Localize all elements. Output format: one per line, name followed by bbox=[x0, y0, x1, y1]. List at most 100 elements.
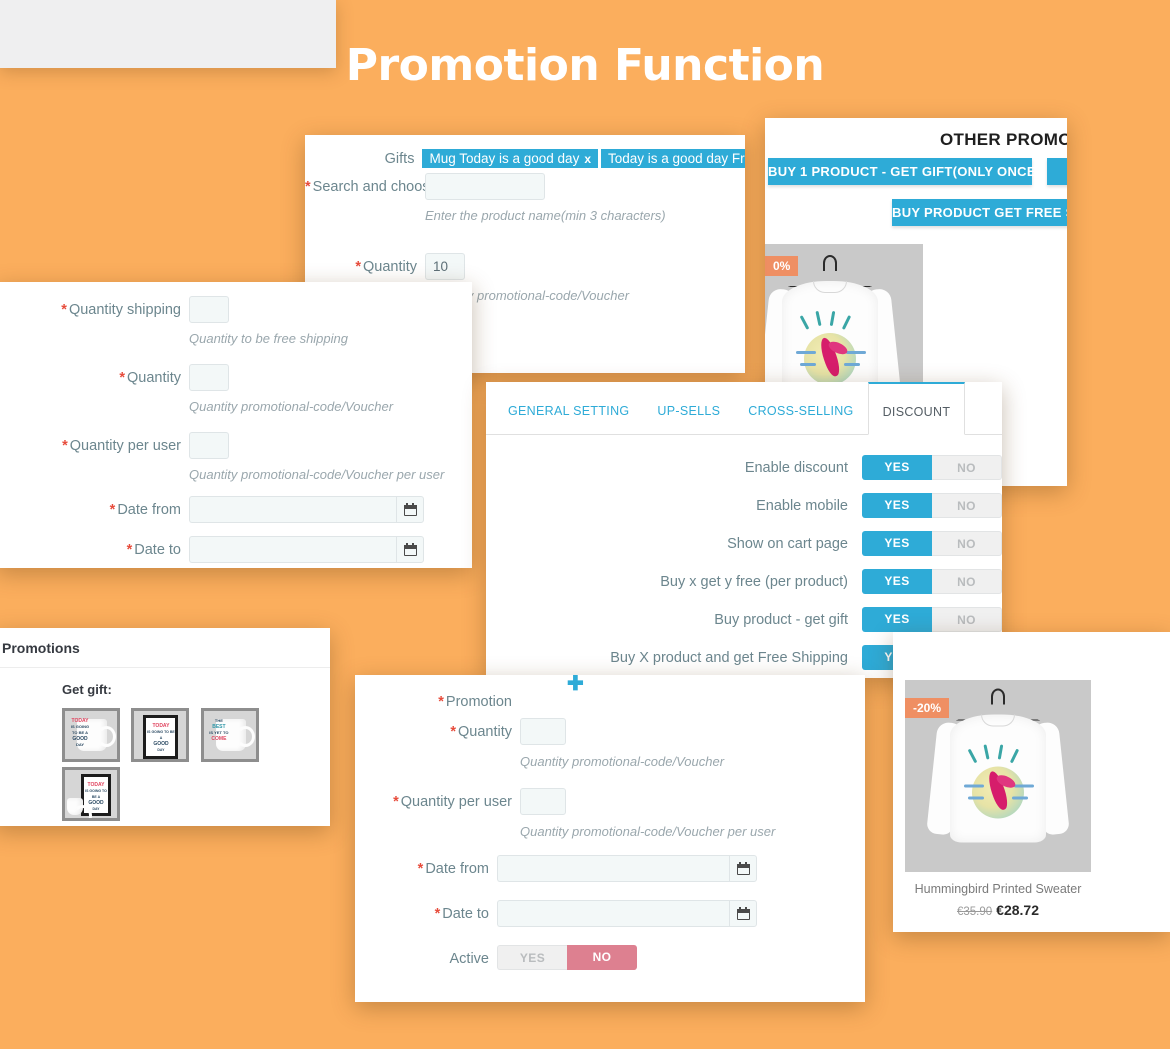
required-asterisk: * bbox=[355, 259, 361, 275]
product-image[interactable]: -20% bbox=[905, 680, 1091, 872]
gift-thumbnail-list: TODAY IS GOING TO BE A GOOD DAY TODAY IS… bbox=[62, 708, 330, 826]
toggle-no[interactable]: NO bbox=[932, 569, 1002, 594]
toggle-yes[interactable]: YES bbox=[862, 493, 932, 518]
toggle-enable-discount[interactable]: YES NO bbox=[862, 455, 1002, 480]
tab-up-sells[interactable]: UP-SELLS bbox=[643, 382, 734, 434]
gift-thumbnail-mug-1[interactable]: TODAY IS GOING TO BE A GOOD DAY bbox=[62, 708, 120, 762]
gifts-quantity-label: * Quantity bbox=[305, 253, 417, 275]
date-from-label-text: Date from bbox=[117, 502, 181, 518]
quantity-input[interactable] bbox=[189, 364, 229, 391]
date-to-label: * Date to bbox=[0, 536, 181, 558]
promo-date-from-field[interactable] bbox=[497, 855, 757, 882]
search-gift-help: Enter the product name(min 3 characters) bbox=[425, 208, 666, 223]
promo-date-to-label-text: Date to bbox=[442, 906, 489, 922]
product-name[interactable]: Hummingbird Printed Sweater bbox=[905, 882, 1091, 896]
gifts-label: Gifts bbox=[384, 151, 415, 167]
toggle-buy-product-get-gift[interactable]: YES NO bbox=[862, 607, 1002, 632]
setting-label: Enable discount bbox=[744, 459, 848, 476]
toggle-no[interactable]: NO bbox=[932, 493, 1002, 518]
date-from-label: * Date from bbox=[0, 496, 181, 518]
wave-2 bbox=[846, 351, 866, 354]
gifts-quantity-input[interactable]: 10 bbox=[425, 253, 465, 280]
quantity-shipping-input[interactable] bbox=[189, 296, 229, 323]
wave-1 bbox=[796, 351, 816, 354]
quantity-label: * Quantity bbox=[0, 364, 181, 386]
promo-button-buy-1-product-get-gift[interactable]: BUY 1 PRODUCT - GET GIFT(ONLY ONCE) bbox=[768, 158, 1040, 185]
gifts-quantity-label-text: Quantity bbox=[363, 259, 417, 275]
calendar-icon bbox=[403, 543, 417, 556]
calendar-icon-button[interactable] bbox=[729, 900, 757, 927]
calendar-icon bbox=[736, 862, 750, 875]
setting-row-enable-mobile: Enable mobile YES NO bbox=[486, 493, 1002, 518]
calendar-icon-button[interactable] bbox=[729, 855, 757, 882]
date-to-field[interactable] bbox=[189, 536, 424, 563]
promo-date-to-label: * Date to bbox=[355, 900, 489, 922]
mug-text: THE BEST IS YET TO COME bbox=[209, 718, 229, 742]
other-promotions-title: OTHER PROMOTIONS bbox=[940, 130, 1067, 149]
date-from-input[interactable] bbox=[189, 496, 396, 523]
promo-button-2[interactable]: BU bbox=[1047, 158, 1067, 185]
promo-date-to-field[interactable] bbox=[497, 900, 757, 927]
setting-label: Enable mobile bbox=[756, 497, 848, 514]
date-to-input[interactable] bbox=[189, 536, 396, 563]
promo-quantity-input[interactable] bbox=[520, 718, 566, 745]
promo-qty-per-user-input[interactable] bbox=[520, 788, 566, 815]
wave-4 bbox=[1012, 796, 1028, 799]
promo-date-from-input[interactable] bbox=[497, 855, 729, 882]
get-gift-label: Get gift: bbox=[62, 682, 112, 697]
mug-icon bbox=[67, 798, 92, 818]
toggle-show-on-cart-page[interactable]: YES NO bbox=[862, 531, 1002, 556]
tab-general-setting[interactable]: GENERAL SETTING bbox=[494, 382, 643, 434]
toggle-enable-mobile[interactable]: YES NO bbox=[862, 493, 1002, 518]
quantity-per-user-label: * Quantity per user bbox=[0, 432, 181, 454]
add-promotion-icon[interactable]: ✚ bbox=[567, 675, 584, 696]
tab-cross-selling[interactable]: CROSS-SELLING bbox=[734, 382, 867, 434]
toggle-yes[interactable]: YES bbox=[862, 455, 932, 480]
hanger-hook-icon bbox=[991, 688, 1005, 705]
tab-bar: GENERAL SETTING UP-SELLS CROSS-SELLING D… bbox=[486, 382, 1002, 435]
promo-button-buy-product-get-free-shipping[interactable]: BUY PRODUCT GET FREE SHIPPING bbox=[892, 199, 1067, 226]
date-from-field[interactable] bbox=[189, 496, 424, 523]
promo-qty-per-user-help: Quantity promotional-code/Voucher per us… bbox=[520, 824, 776, 839]
quantity-per-user-label-text: Quantity per user bbox=[69, 438, 181, 454]
setting-label: Buy X product and get Free Shipping bbox=[610, 649, 848, 666]
hanger-hook-icon bbox=[823, 255, 837, 271]
setting-row-show-on-cart-page: Show on cart page YES NO bbox=[486, 531, 1002, 556]
quantity-per-user-input[interactable] bbox=[189, 432, 229, 459]
toggle-no[interactable]: NO bbox=[932, 607, 1002, 632]
toggle-yes[interactable]: YES bbox=[862, 607, 932, 632]
poster-icon: TODAY IS GOING TO BE A GOOD DAY bbox=[143, 715, 179, 759]
toggle-no[interactable]: NO bbox=[932, 455, 1002, 480]
promo-date-from-label: * Date from bbox=[355, 855, 489, 877]
search-gift-input[interactable] bbox=[425, 173, 545, 200]
calendar-icon-button[interactable] bbox=[396, 496, 424, 523]
toggle-no[interactable]: NO bbox=[932, 531, 1002, 556]
toggle-no[interactable]: NO bbox=[567, 945, 637, 970]
required-asterisk: * bbox=[109, 502, 116, 518]
wave-3 bbox=[968, 796, 984, 799]
tab-discount[interactable]: DISCOUNT bbox=[867, 382, 966, 435]
toggle-yes[interactable]: YES bbox=[497, 945, 567, 970]
gift-thumbnail-poster-1[interactable]: TODAY IS GOING TO BE A GOOD DAY bbox=[131, 708, 190, 762]
wave-4 bbox=[844, 363, 860, 366]
date-to-label-text: Date to bbox=[134, 542, 181, 558]
promo-date-to-input[interactable] bbox=[497, 900, 729, 927]
gift-tag-poster[interactable]: Today is a good day Framed poster bbox=[601, 149, 745, 168]
product-card[interactable]: -20% Hummingbird Printed Sweater €35.90 … bbox=[893, 632, 1170, 932]
promo-date-from-label-text: Date from bbox=[425, 861, 489, 877]
promotion-label-text: Promotion bbox=[445, 694, 512, 710]
calendar-icon-button[interactable] bbox=[396, 536, 424, 563]
toggle-yes[interactable]: YES bbox=[862, 569, 932, 594]
setting-label: Buy x get y free (per product) bbox=[660, 573, 848, 590]
gift-tag-label: Today is a good day Framed poster bbox=[608, 151, 745, 166]
quantity-shipping-label: * Quantity shipping bbox=[0, 296, 181, 318]
sweater-rays bbox=[799, 309, 859, 331]
gift-thumbnail-mug-2[interactable]: THE BEST IS YET TO COME bbox=[200, 708, 259, 762]
mug-text: TODAY IS GOING TO BE A GOOD DAY bbox=[70, 718, 90, 747]
toggle-buy-x-get-y-free[interactable]: YES NO bbox=[862, 569, 1002, 594]
toggle-yes[interactable]: YES bbox=[862, 531, 932, 556]
toggle-active[interactable]: YES NO bbox=[497, 945, 637, 970]
gift-thumbnail-poster-mug[interactable]: TODAY IS GOING TO BE A GOOD DAY bbox=[62, 767, 120, 821]
gift-tag-remove-icon[interactable]: x bbox=[584, 152, 591, 166]
gift-tag-mug[interactable]: Mug Today is a good day x bbox=[422, 149, 599, 168]
